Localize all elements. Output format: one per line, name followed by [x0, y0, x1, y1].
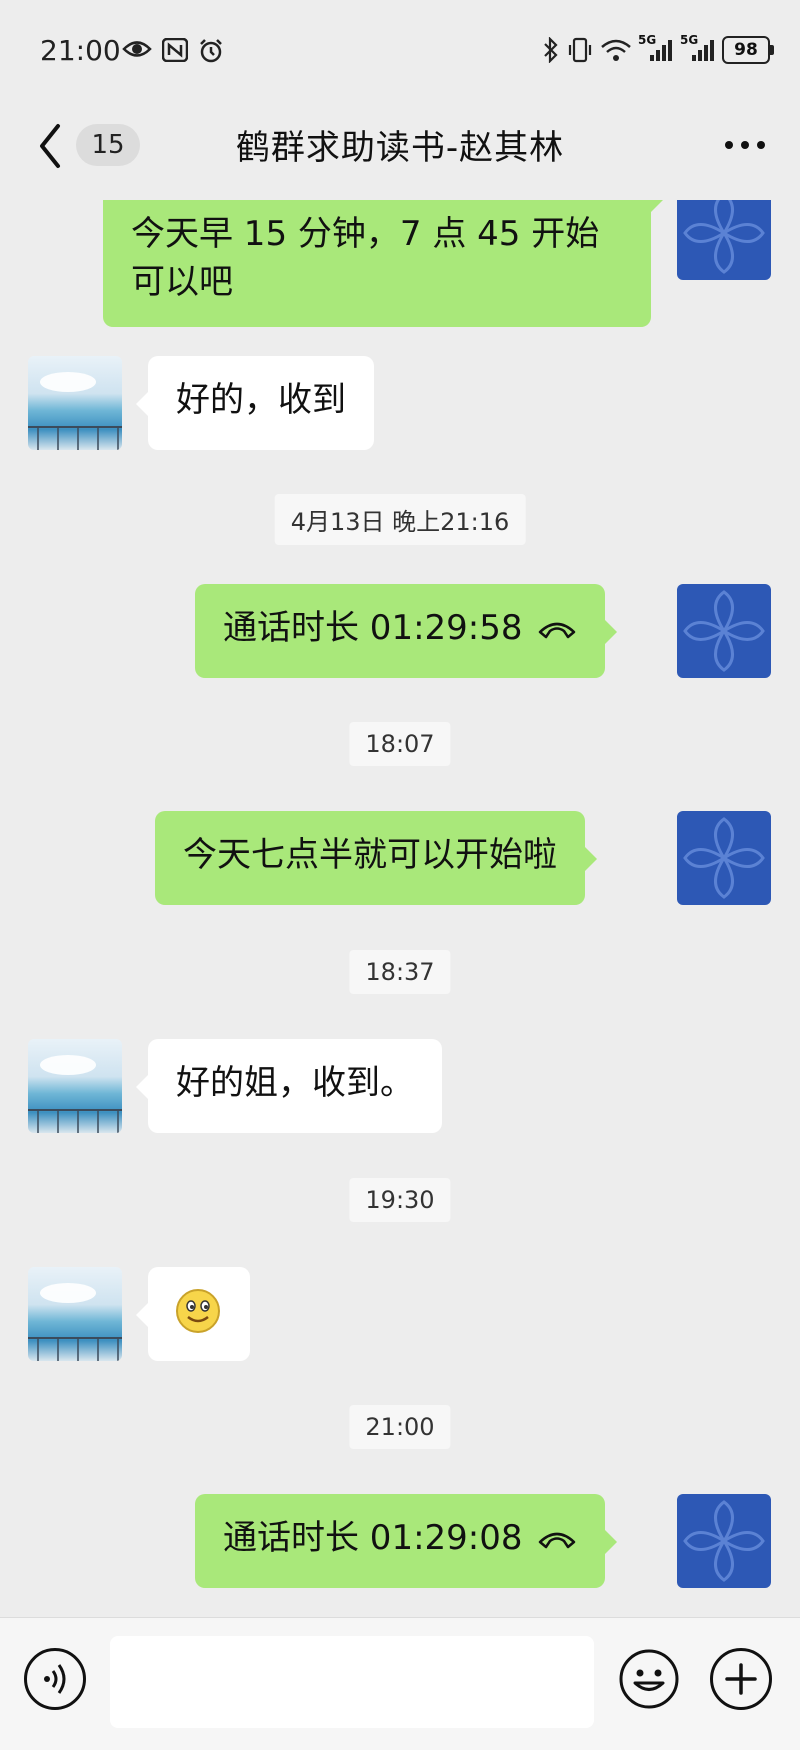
message-text: 今天早 15 分钟，7 点 45 开始	[131, 214, 600, 254]
phone-icon	[538, 622, 575, 639]
flower-icon	[683, 817, 765, 899]
timestamp: 4月13日 晚上21:16	[274, 494, 526, 545]
sea-photo-icon	[28, 372, 122, 450]
message-text: 好的姐，收到。	[176, 1063, 414, 1103]
timestamp: 21:00	[349, 1405, 451, 1449]
message-bubble-other[interactable]: 好的姐，收到。	[136, 1039, 442, 1133]
battery-level: 98	[734, 40, 758, 60]
message-bubble-me[interactable]: 今天早 15 分钟，7 点 45 开始 可以吧	[103, 200, 663, 327]
chat-title: 鹤群求助读书-赵其林	[235, 128, 565, 168]
plus-icon	[725, 1663, 757, 1695]
vibrate-icon	[568, 37, 592, 63]
my-avatar[interactable]	[677, 811, 771, 905]
emoji-button-icon[interactable]	[618, 1648, 680, 1710]
wifi-icon	[601, 39, 631, 61]
sea-photo-icon	[28, 1055, 122, 1133]
message-bubble-other[interactable]: 好的，收到	[136, 356, 374, 450]
input-bar	[0, 1617, 800, 1750]
alarm-icon	[200, 39, 222, 63]
contact-avatar[interactable]	[28, 356, 122, 450]
timestamp: 19:30	[349, 1178, 451, 1222]
message-text: 好的，收到	[176, 380, 346, 420]
sea-photo-icon	[28, 1283, 122, 1361]
flower-icon	[683, 590, 765, 672]
signal-2-icon: 5G	[680, 33, 716, 63]
eye-icon	[122, 41, 152, 57]
smiley-emoji-icon	[176, 1289, 220, 1333]
flower-icon	[683, 1500, 765, 1582]
call-duration-text: 通话时长 01:29:08	[223, 1518, 523, 1558]
call-bubble[interactable]: 通话时长 01:29:58	[195, 584, 617, 678]
status-time: 21:00	[40, 34, 121, 67]
message-bubble-me[interactable]: 今天七点半就可以开始啦	[155, 811, 597, 905]
timestamp: 18:07	[349, 722, 451, 766]
message-input[interactable]	[110, 1636, 594, 1728]
call-bubble[interactable]: 通话时长 01:29:08	[195, 1494, 617, 1588]
bluetooth-icon	[544, 37, 558, 63]
flower-icon	[683, 200, 765, 274]
emoji-bubble[interactable]	[136, 1267, 250, 1361]
contact-avatar[interactable]	[28, 1267, 122, 1361]
my-avatar[interactable]	[677, 1494, 771, 1588]
phone-icon	[538, 1532, 575, 1549]
battery-icon: 98	[722, 36, 774, 64]
status-right: 5G 5G 98	[542, 33, 774, 64]
timestamp: 18:37	[349, 950, 451, 994]
message-text: 今天七点半就可以开始啦	[183, 835, 557, 875]
contact-avatar[interactable]	[28, 1039, 122, 1133]
more-icon[interactable]	[720, 130, 770, 160]
chat-header: 15 鹤群求助读书-赵其林	[0, 100, 800, 190]
voice-input-button[interactable]	[24, 1648, 86, 1710]
signal-1-icon: 5G	[638, 33, 674, 63]
message-text: 可以吧	[131, 262, 233, 302]
nfc-icon	[162, 38, 188, 62]
status-bar: 21:00 5G 5G 98	[0, 0, 800, 100]
call-duration-text: 通话时长 01:29:58	[223, 608, 523, 648]
my-avatar[interactable]	[677, 200, 771, 280]
voice-icon	[44, 1664, 66, 1694]
message-clip-region: 今天早 15 分钟，7 点 45 开始 可以吧	[0, 200, 800, 335]
my-avatar[interactable]	[677, 584, 771, 678]
more-actions-button[interactable]	[710, 1648, 772, 1710]
